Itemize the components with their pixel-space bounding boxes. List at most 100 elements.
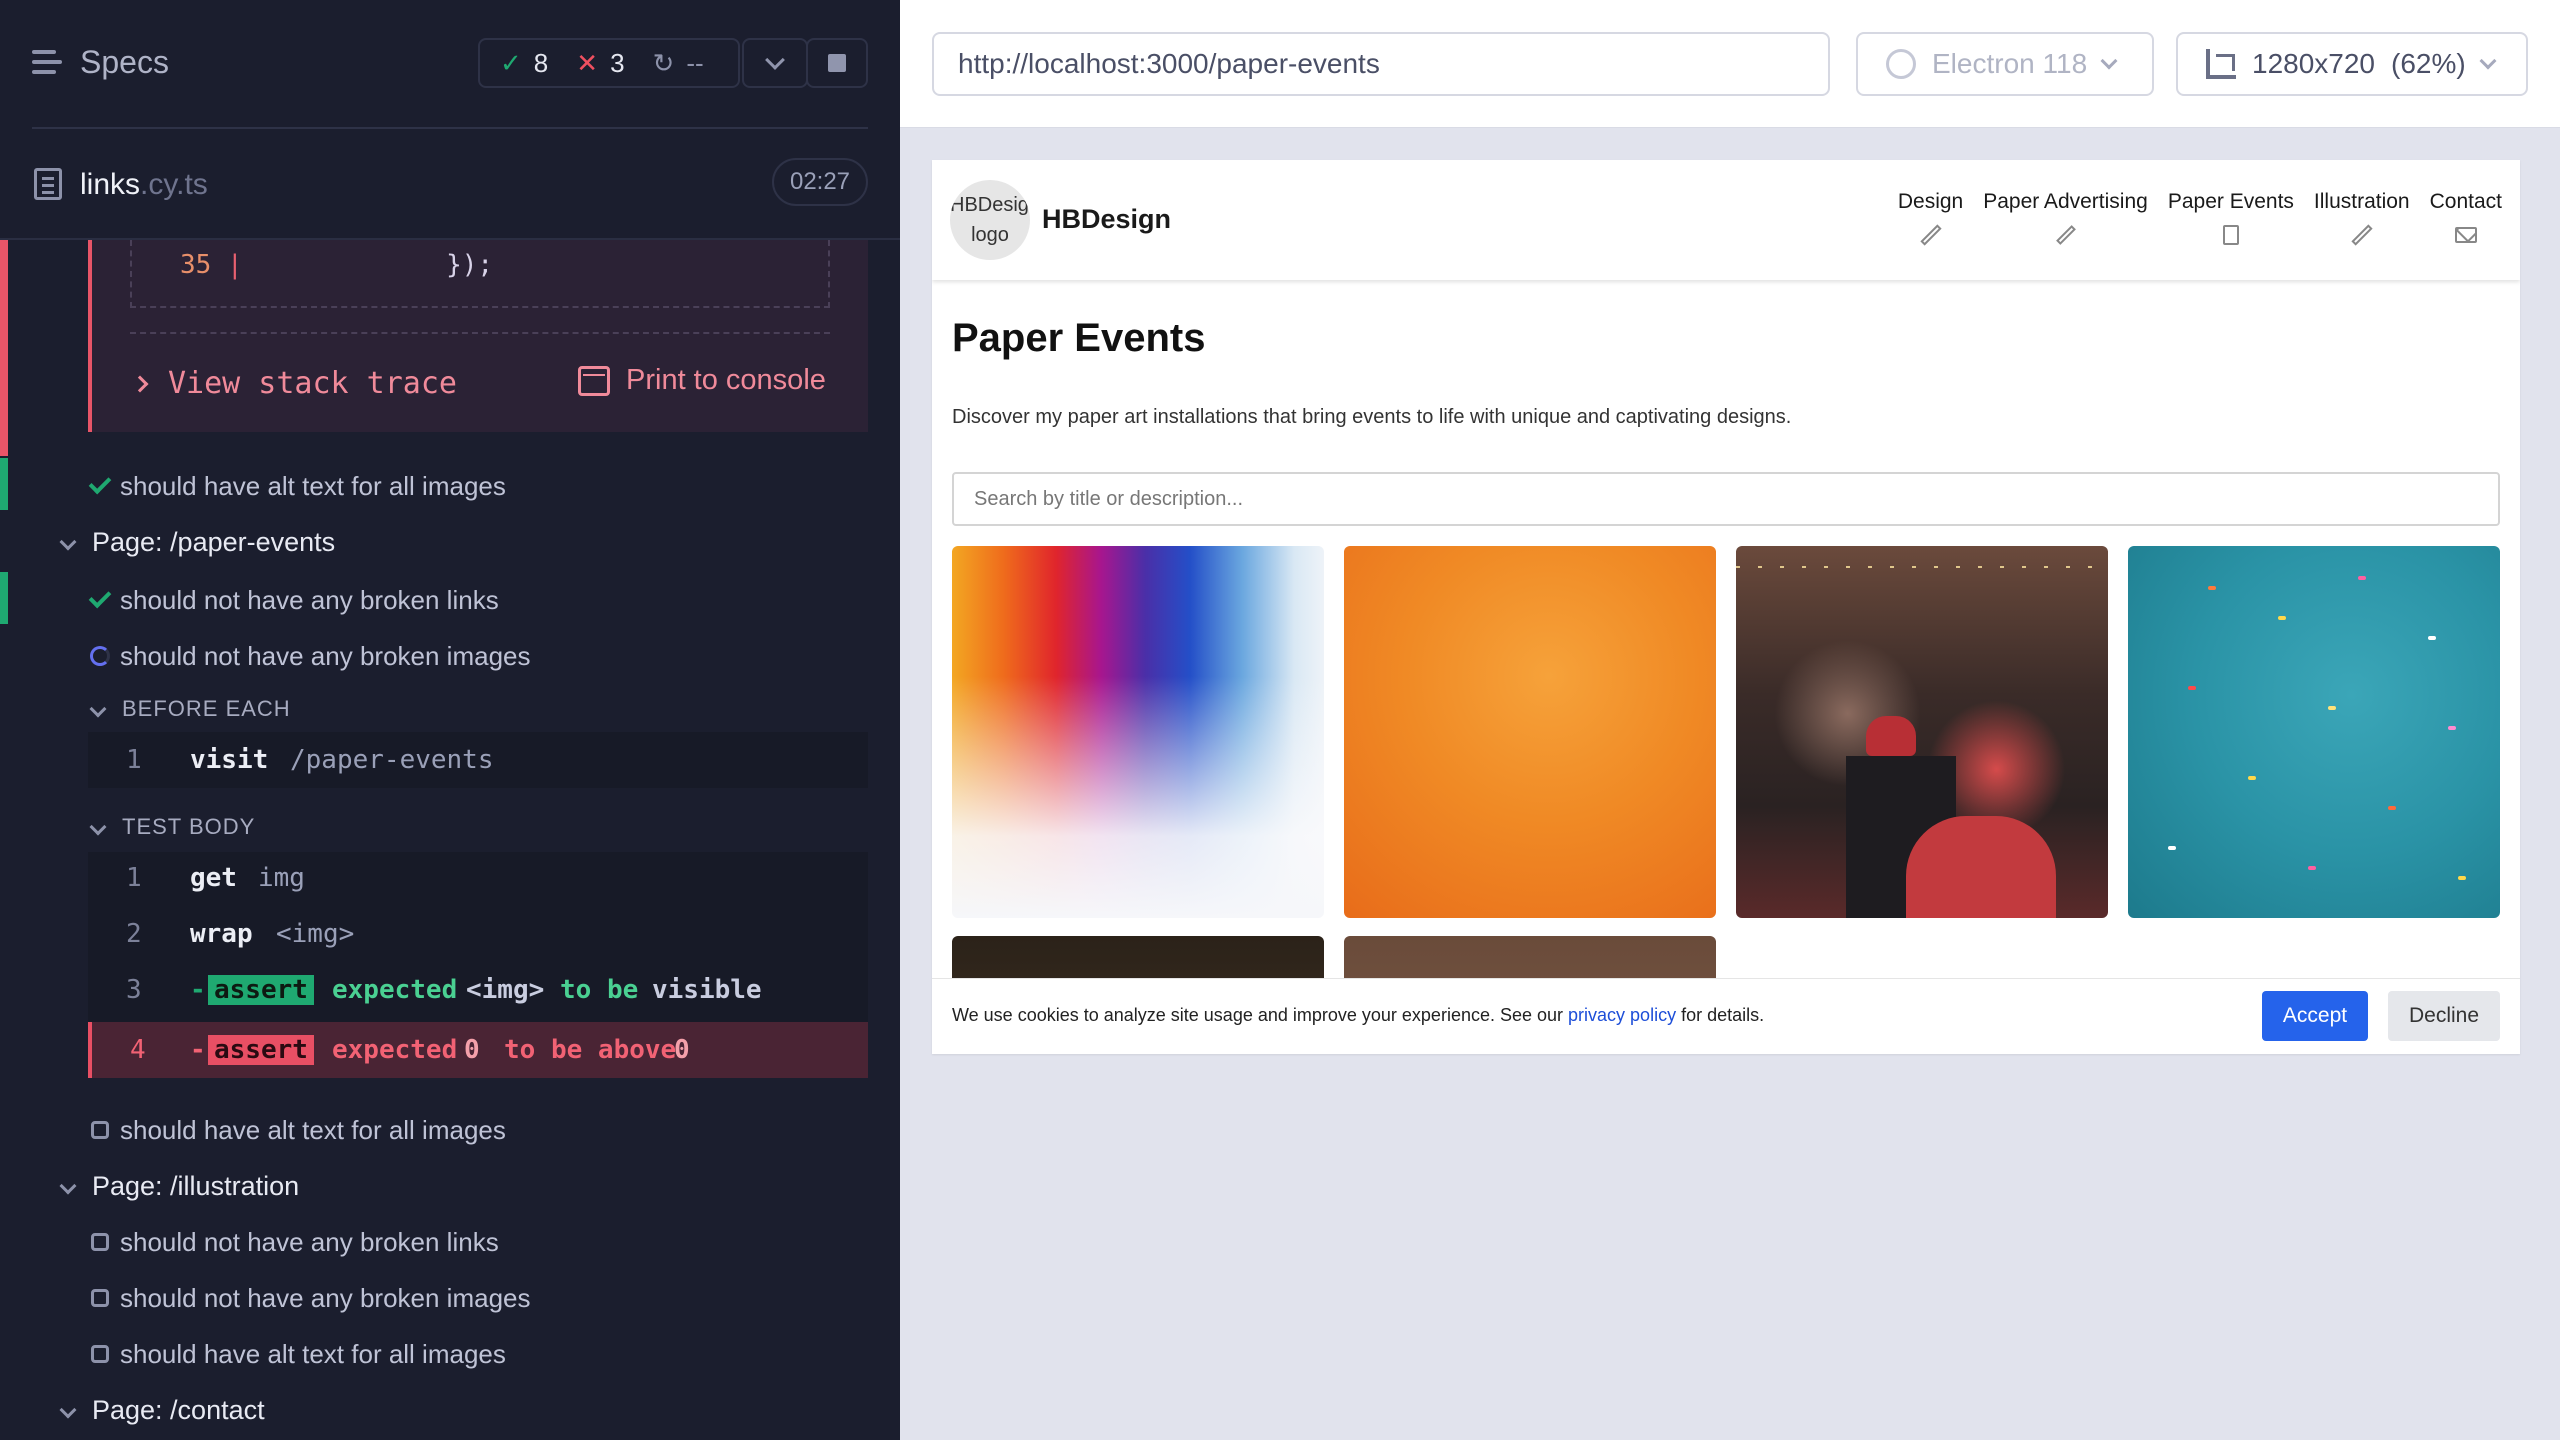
failed-assert-command-row[interactable]: 4 - assert expected 0 to be above 0 — [88, 1022, 868, 1078]
viewport-scale: (62%) — [2391, 48, 2466, 79]
nav-item-paper-advertising[interactable]: Paper Advertising — [1983, 190, 2148, 246]
accept-cookies-button[interactable]: Accept — [2262, 991, 2368, 1041]
url-field[interactable]: http://localhost:3000/paper-events — [932, 32, 1830, 96]
command-row[interactable]: 1 get img 7 — [88, 850, 868, 906]
view-stack-trace-button[interactable]: View stack trace — [131, 366, 457, 401]
gallery-image[interactable] — [1736, 546, 2108, 918]
view-stack-trace-label: View stack trace — [168, 366, 457, 401]
nav-item-illustration[interactable]: Illustration — [2314, 190, 2410, 246]
viewport-icon — [2206, 49, 2236, 79]
command-prefix: - — [190, 975, 206, 1005]
reporter-header: Specs ✓ 8 ✕ 3 ↻ -- — [0, 0, 900, 129]
command-row[interactable]: 1 visit /paper-events — [88, 732, 868, 788]
gallery-image[interactable] — [2128, 546, 2500, 918]
suite-row[interactable]: Page: /illustration — [0, 1166, 900, 1206]
stop-icon — [828, 54, 846, 72]
spec-file-row[interactable]: links.cy.ts 02:27 — [0, 150, 900, 240]
electron-icon — [1886, 49, 1916, 79]
test-row[interactable]: should not have any broken links — [0, 1222, 900, 1262]
code-line-number: 35 — [180, 250, 212, 280]
gallery-image[interactable] — [952, 546, 1324, 918]
command-row[interactable]: 2 wrap <img> — [88, 906, 868, 962]
test-row[interactable]: should not have any broken images — [0, 1278, 900, 1318]
command-number: 1 — [126, 863, 142, 893]
file-icon — [2220, 224, 2242, 246]
passed-stat: ✓ 8 — [500, 48, 548, 79]
search-input[interactable]: Search by title or description... — [952, 472, 2500, 526]
before-each-hook-header[interactable]: BEFORE EACH — [89, 696, 291, 722]
code-line-marker: | — [226, 250, 243, 280]
assert-command-row[interactable]: 3 - assert expected <img> to be visible — [88, 962, 868, 1018]
gallery-image[interactable] — [1344, 546, 1716, 918]
pending-count: -- — [686, 47, 704, 78]
command-number: 1 — [126, 745, 142, 775]
pen-off-icon — [2055, 224, 2077, 246]
browser-preview: http://localhost:3000/paper-events Elect… — [900, 0, 2560, 1440]
code-line-text: }); — [446, 250, 494, 280]
running-spinner-icon — [90, 646, 110, 666]
assert-expected: expected — [332, 1035, 458, 1065]
test-row[interactable]: should have alt text for all images — [0, 1334, 900, 1374]
stop-button[interactable] — [806, 38, 868, 88]
check-icon — [88, 585, 112, 609]
privacy-policy-link[interactable]: privacy policy — [1568, 1005, 1676, 1025]
passed-count: 8 — [533, 47, 549, 78]
command-number: 3 — [126, 975, 142, 1005]
test-title: should not have any broken images — [120, 640, 531, 671]
viewport-size: 1280x720 — [2252, 48, 2376, 79]
decline-cookies-button[interactable]: Decline — [2388, 991, 2500, 1041]
test-row[interactable]: should have alt text for all images — [0, 1110, 900, 1150]
specs-toggle-button[interactable]: Specs — [32, 44, 169, 81]
error-separator — [130, 332, 830, 334]
terminal-icon — [578, 365, 610, 396]
suite-row[interactable]: Page: /contact — [0, 1390, 900, 1430]
code-frame-line: 35 | }); — [180, 250, 493, 280]
command-number: 2 — [126, 919, 142, 949]
test-row[interactable]: should have alt text for all images — [0, 466, 900, 506]
specs-label: Specs — [80, 44, 169, 80]
site-logo[interactable]: HBDesign logo — [950, 180, 1030, 260]
test-row[interactable]: should not have any broken links — [0, 580, 900, 620]
spec-file-basename: links — [80, 168, 141, 201]
nav-label: Contact — [2429, 190, 2502, 213]
expand-collapse-button[interactable] — [742, 38, 808, 88]
page-description: Discover my paper art installations that… — [952, 406, 1792, 428]
site-nav: Design Paper Advertising Paper Events Il… — [1898, 190, 2502, 246]
nav-item-design[interactable]: Design — [1898, 190, 1963, 246]
browser-selector[interactable]: Electron 118 — [1856, 32, 2154, 96]
assert-matcher: to be — [560, 975, 639, 1005]
assert-value: 0 — [674, 1035, 690, 1065]
suite-title: Page: /contact — [92, 1394, 265, 1425]
check-icon — [88, 471, 112, 495]
cookie-text: for details. — [1676, 1005, 1765, 1025]
check-icon: ✓ — [500, 47, 522, 78]
nav-item-contact[interactable]: Contact — [2430, 190, 2502, 246]
cookie-text: We use cookies to analyze site usage and… — [952, 1005, 1569, 1025]
site-brand[interactable]: HBDesign — [1042, 204, 1171, 235]
page-title: Paper Events — [952, 316, 1206, 360]
test-body-header[interactable]: TEST BODY — [89, 814, 255, 840]
command-name: visit — [190, 745, 269, 775]
command-message: <img> — [276, 919, 355, 949]
pending-stat: ↻ -- — [653, 48, 704, 79]
nav-item-paper-events[interactable]: Paper Events — [2168, 190, 2294, 246]
suite-row[interactable]: Page: /paper-events — [0, 522, 900, 562]
command-name: wrap — [190, 919, 253, 949]
test-title: should have alt text for all images — [120, 1114, 506, 1145]
command-message: img — [258, 863, 305, 893]
pending-icon — [91, 1345, 109, 1363]
print-to-console-button[interactable]: Print to console — [578, 364, 826, 397]
site-header: HBDesign logo HBDesign Design Paper Adve… — [932, 160, 2520, 280]
assert-matcher: to be above — [504, 1035, 677, 1065]
hook-label: BEFORE EACH — [122, 696, 291, 721]
viewport-selector[interactable]: 1280x720 (62%) — [2176, 32, 2528, 96]
chevron-down-icon — [765, 50, 785, 70]
assert-value: visible — [652, 975, 762, 1005]
pencil-icon — [1919, 224, 1942, 246]
assert-badge: assert — [208, 975, 314, 1005]
test-row[interactable]: should not have any broken images — [0, 636, 900, 676]
command-prefix: - — [190, 1035, 206, 1065]
browser-name: Electron 118 — [1932, 48, 2088, 79]
x-icon: ✕ — [576, 47, 599, 78]
test-title: should not have any broken images — [120, 1282, 531, 1313]
